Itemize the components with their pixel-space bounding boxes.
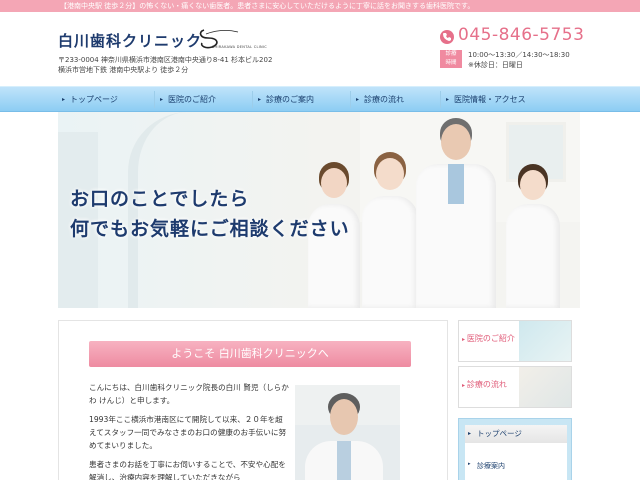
sidebar-card-about[interactable]: 医院のご紹介 [458,320,572,362]
sidebar-menu: トップページ 診療案内 [458,418,572,480]
nav-item-access[interactable]: 医院情報・アクセス [442,87,526,112]
sidebar-menu-panel: トップページ 診療案内 [465,425,567,480]
top-banner: 【港南中央駅 徒歩２分】の怖くない・痛くない歯医者。患者さまに安心していただける… [0,0,640,12]
hero-headline-line1: お口のことでしたら [70,188,250,210]
hero-headline-line2: 何でもお気軽にご相談ください [70,218,350,240]
nav-divider [154,91,155,108]
hours-line: 10:00～13:30／14:30～18:30 [468,51,570,59]
hours-badge: 診療 時間 [440,50,462,68]
sidebar-card-image [519,367,571,407]
nav-divider [350,91,351,108]
hours-badge-label: 診療 時間 [445,51,457,66]
intro-paragraph: 患者さまのお話を丁寧にお伺いすることで、不安や心配を解消し、治療内容を理解してい… [89,460,286,480]
intro-paragraph: こんにちは、白川歯科クリニック院長の白川 賢児（しらかわ けんじ）と申します。 [89,383,289,405]
sidebar-card-label: 診療の流れ [462,379,507,390]
nav-item-treatment[interactable]: 診療のご案内 [254,87,314,112]
logo-subtext: SHIRAKAWA DENTAL CLINIC [212,45,268,49]
nav-item-top[interactable]: トップページ [58,87,118,112]
phone-icon [440,30,454,44]
staff-figure [358,152,422,308]
sidebar-card-label: 医院のご紹介 [462,333,515,344]
director-photo [295,385,400,480]
doctor-figure [414,112,498,308]
nav-item-flow[interactable]: 診療の流れ [352,87,404,112]
nav-divider [252,91,253,108]
sidebar-card-image [519,321,571,361]
nav-item-about[interactable]: 医院のご紹介 [156,87,216,112]
site-header: 白川歯科クリニック SHIRAKAWA DENTAL CLINIC 〒233-0… [0,12,640,86]
hours-text: 10:00～13:30／14:30～18:30 ※休診日：日曜日 [468,50,570,70]
phone-number[interactable]: 045-846-5753 [458,25,584,45]
clinic-name-logo[interactable]: 白川歯科クリニック [58,30,202,51]
top-banner-text: 【港南中央駅 徒歩２分】の怖くない・痛くない歯医者。患者さまに安心していただける… [60,2,475,10]
main-content: ようこそ 白川歯科クリニックへ こんにちは、白川歯科クリニック院長の白川 賢児（… [58,320,448,480]
access-line: 横浜市営地下鉄 港南中央駅より 徒歩２分 [58,66,189,74]
hero-banner: お口のことでしたら 何でもお気軽にご相談ください [58,112,580,308]
closed-day-line: ※休診日：日曜日 [468,61,523,69]
nav-divider [440,91,441,108]
global-nav: トップページ 医院のご紹介 診療のご案内 診療の流れ 医院情報・アクセス [0,86,640,112]
intro-text: こんにちは、白川歯科クリニック院長の白川 賢児（しらかわ けんじ）と申します。 … [89,381,289,480]
staff-figure [502,164,564,308]
intro-paragraph: 1993年ここ横浜市港南区にて開院して以来、２０年を超えてスタッフ一同でみなさま… [89,415,287,450]
sidebar-menu-treatment[interactable]: 診療案内 [468,461,505,471]
welcome-heading: ようこそ 白川歯科クリニックへ [89,341,411,367]
sidebar-menu-top[interactable]: トップページ [465,425,567,443]
sidebar-card-flow[interactable]: 診療の流れ [458,366,572,408]
address-block: 〒233-0004 神奈川県横浜市港南区港南中央通り8-41 杉本ビル202 横… [58,55,272,75]
address-line: 〒233-0004 神奈川県横浜市港南区港南中央通り8-41 杉本ビル202 [58,56,273,64]
